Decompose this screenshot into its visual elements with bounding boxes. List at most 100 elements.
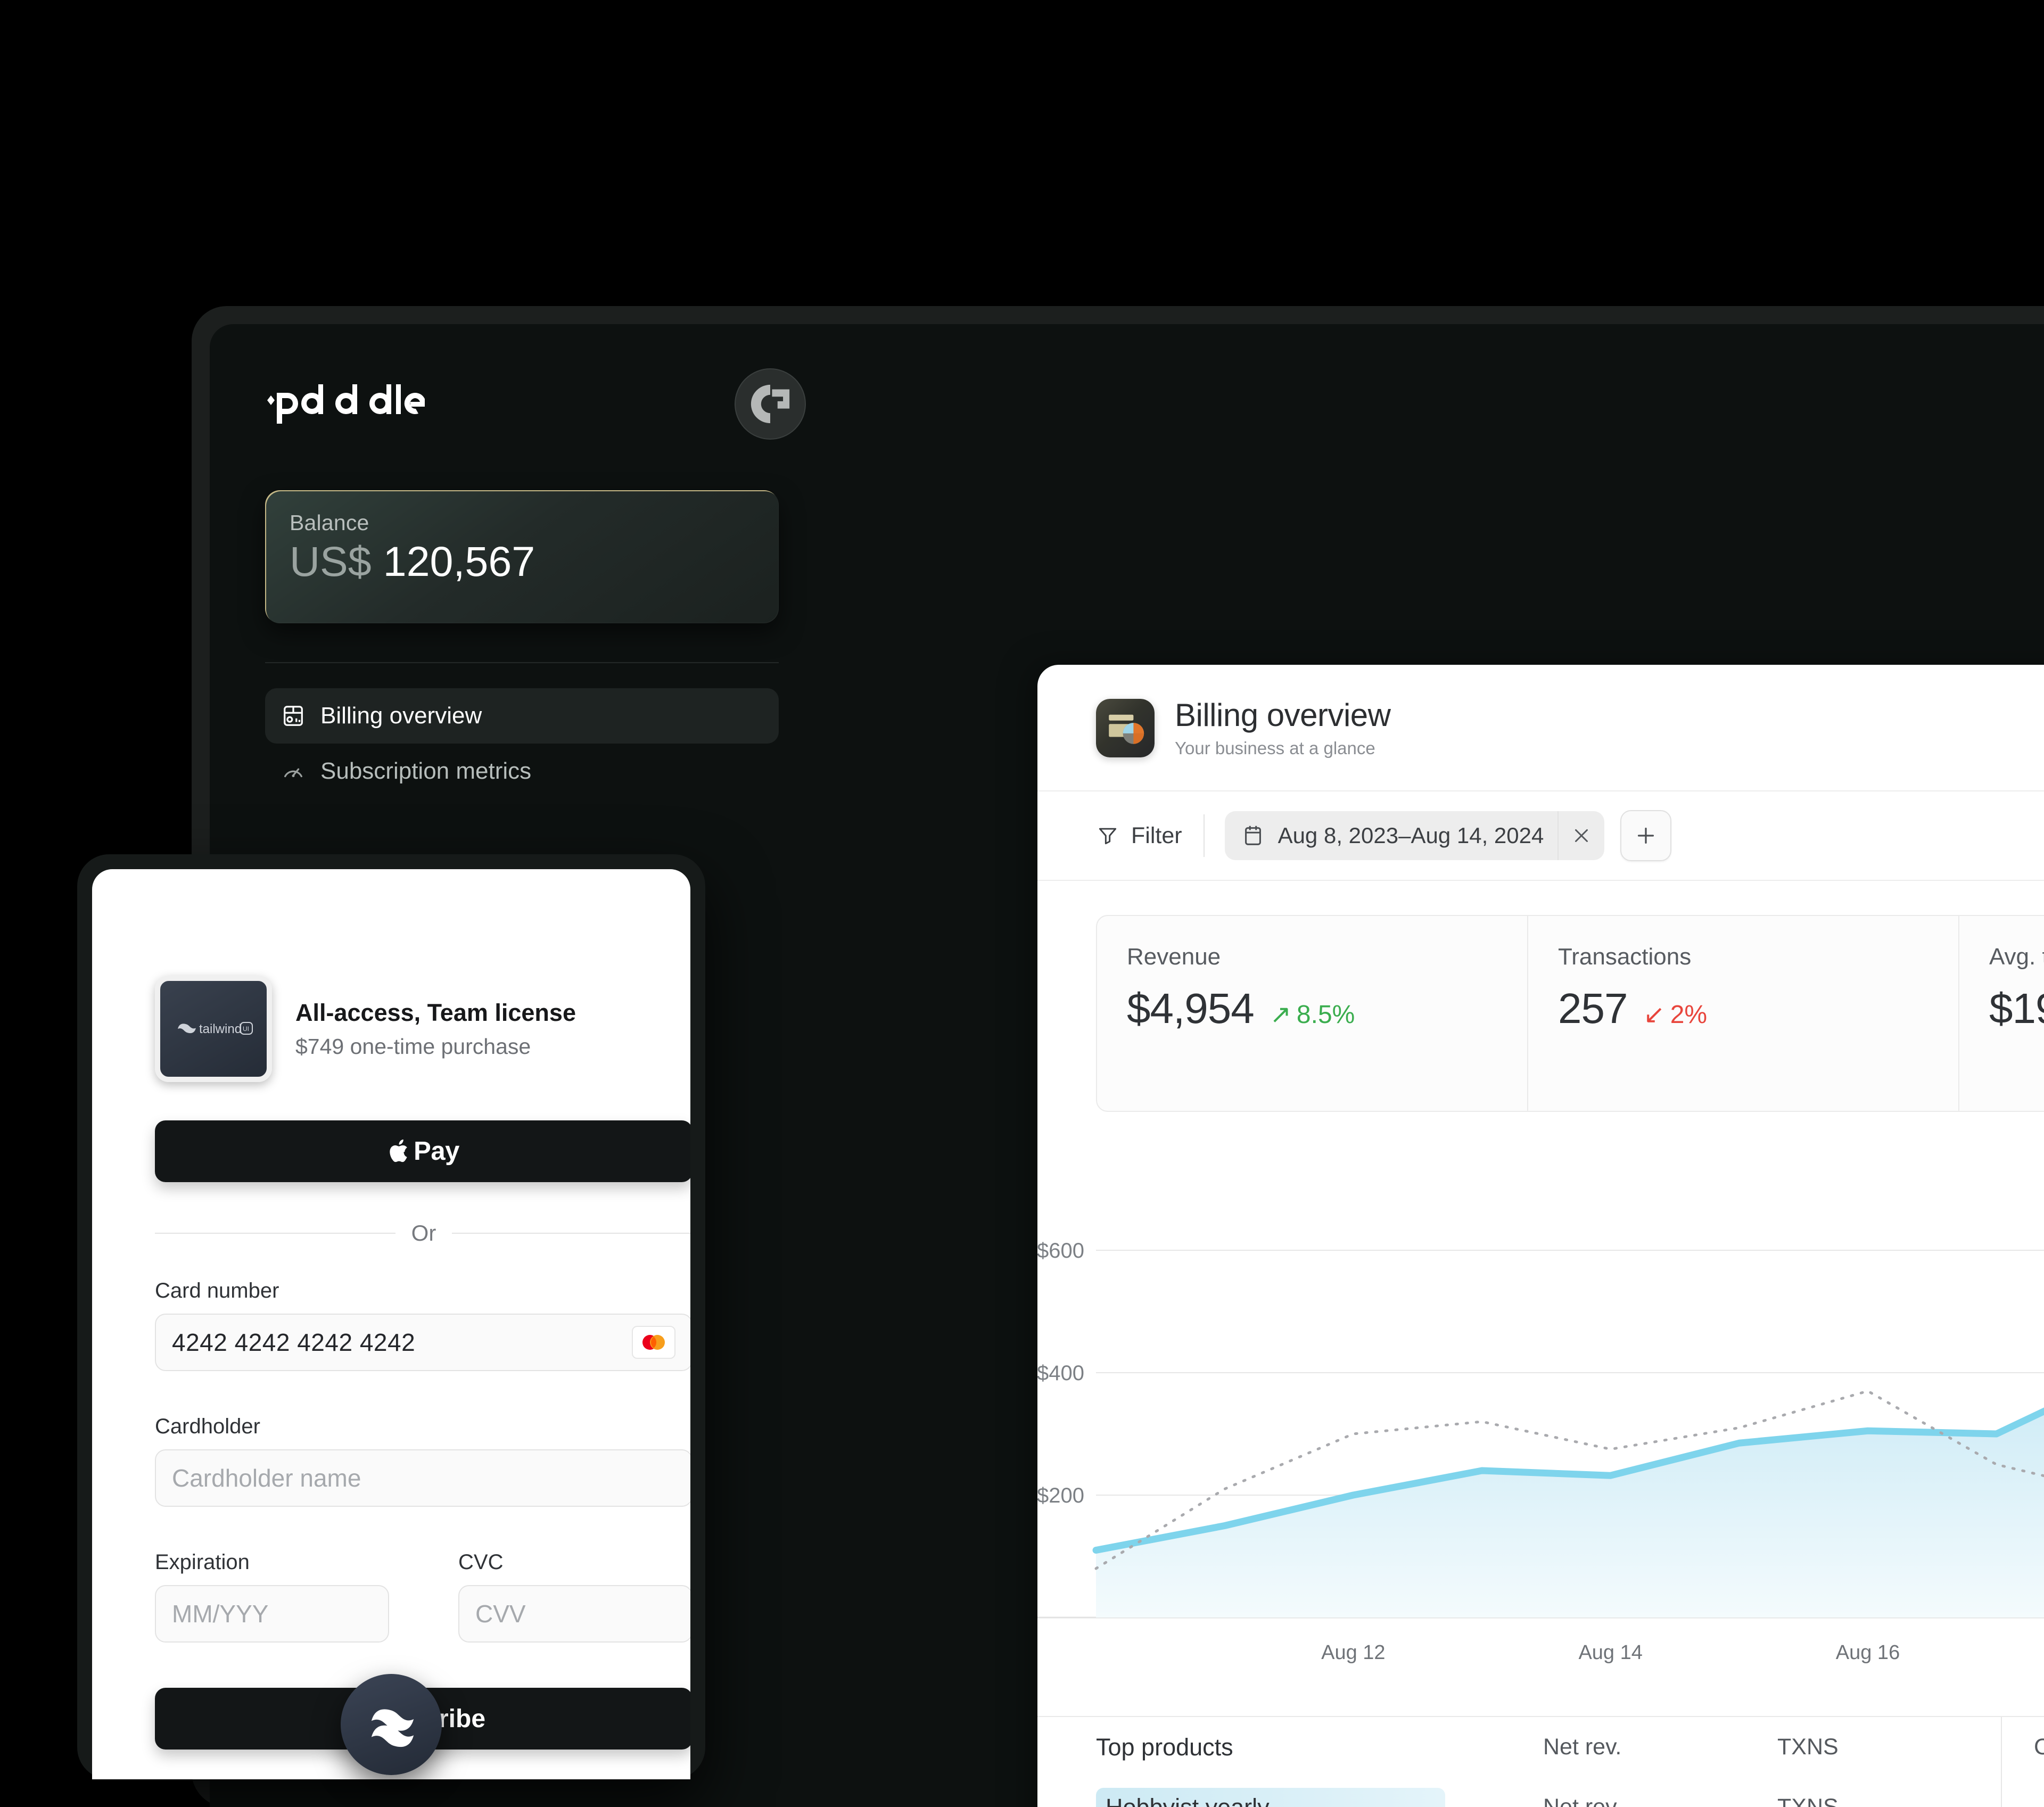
svg-text:Aug 12: Aug 12 [1321,1641,1385,1664]
product-title: All-access, Team license [295,999,576,1027]
svg-text:tailwind: tailwind [199,1022,242,1036]
mastercard-glyph-icon [638,1332,669,1352]
dashboard-titles: Billing overview Your business at a glan… [1175,698,1391,758]
card-number-value: 4242 4242 4242 4242 [172,1328,415,1357]
sidebar-header [265,372,806,436]
product-price: $749 one-time purchase [295,1034,576,1059]
cvc-placeholder: CVV [475,1599,526,1628]
metric-arrow-icon: ↗ [1270,1000,1291,1029]
plus-icon [1634,823,1658,848]
product-name-pill: Hobbyist yearly [1096,1788,1445,1807]
metric-delta-value: 2% [1670,1000,1707,1029]
balance-currency: US$ [290,538,372,585]
dashboard-panel: Billing overview Your business at a glan… [1037,665,2044,1807]
balance-card: Balance US$ 120,567 [265,490,779,623]
metric-value: 257 [1558,984,1627,1033]
cardholder-input[interactable]: Cardholder name [155,1449,690,1507]
sidebar-item-subscription-metrics[interactable]: Subscription metrics [265,744,779,799]
billing-overview-icon [281,704,306,728]
checkout-window: tailwind UI All-access, Team license $74… [77,854,705,1779]
sidebar-nav: Billing overview Subscription metrics [265,688,779,799]
date-range-chip[interactable]: Aug 8, 2023–Aug 14, 2024 [1225,811,1605,860]
cardholder-placeholder: Cardholder name [172,1464,361,1492]
metric-label: Revenue [1127,944,1497,970]
tailwind-ui-logo-icon: tailwind UI [174,1018,253,1039]
avatar-monogram-icon [747,381,793,427]
sidebar-divider [265,662,779,663]
metric-cards: Revenue $4,954 ↗8.5% Transactions 257 ↙2… [1096,915,2044,1112]
product-name-cell: Hobbyist yearly [1096,1788,1543,1807]
sidebar-item-label: Subscription metrics [320,758,531,785]
divider-line-right [452,1233,690,1234]
cvc-field: CVC CVV [458,1550,690,1643]
add-filter-button[interactable] [1620,810,1671,861]
divider-line-left [155,1233,395,1234]
apple-pay-text: Pay [414,1136,459,1166]
svg-text:Aug 16: Aug 16 [1836,1641,1900,1664]
filter-button[interactable]: Filter [1096,823,1204,849]
paddle-logo-icon [265,384,425,424]
cvc-label: CVC [458,1550,690,1574]
metric-row: $4,954 ↗8.5% [1127,984,1497,1033]
mastercard-icon [632,1326,675,1359]
filter-separator [1204,814,1205,857]
metric-card-transactions: Transactions 257 ↙2% [1527,915,1958,1112]
svg-text:$400: $400 [1037,1362,1084,1385]
billing-app-icon [1096,699,1155,757]
count-cell [2001,1777,2034,1807]
apple-pay-label: Pay [388,1136,459,1166]
metric-card-avg-transaction: Avg. transaction $19.27 ↗12.3% [1958,915,2044,1112]
metric-row: $19.27 ↗12.3% [1989,984,2044,1033]
card-number-label: Card number [155,1279,690,1303]
top-products-table: Top products Net rev. TXNS Coun Hobbyist… [1037,1716,2044,1807]
cardholder-label: Cardholder [155,1415,690,1439]
cardholder-field: Cardholder Cardholder name [155,1415,690,1507]
svg-text:Aug 14: Aug 14 [1578,1641,1642,1664]
or-label: Or [411,1220,436,1246]
balance-label: Balance [290,510,754,535]
avatar[interactable] [735,368,806,440]
net-rev-cell: Net rev. [1543,1794,1777,1807]
metric-value: $4,954 [1127,984,1254,1033]
metric-arrow-icon: ↙ [1643,1000,1664,1029]
dashboard-header: Billing overview Your business at a glan… [1037,665,2044,791]
svg-text:UI: UI [243,1025,249,1033]
metric-delta: ↙2% [1643,1000,1707,1029]
column-header-net-rev: Net rev. [1543,1734,1777,1760]
screenshot-stage: Balance US$ 120,567 Billing overview [0,0,2044,1779]
expiration-field: Expiration MM/YYY [155,1550,389,1643]
txns-cell: TXNS [1777,1794,2001,1807]
dashboard-header-row: Billing overview Your business at a glan… [1096,698,1391,758]
expiration-input[interactable]: MM/YYY [155,1585,389,1643]
column-header-top-products: Top products [1096,1734,1543,1761]
column-header-txns: TXNS [1777,1734,2001,1760]
svg-text:$600: $600 [1037,1239,1084,1263]
clear-date-range-button[interactable] [1557,811,1604,860]
close-icon [1570,824,1593,847]
metric-value: $19.27 [1989,984,2044,1033]
expiration-label: Expiration [155,1550,389,1574]
product-thumbnail: tailwind UI [155,976,272,1082]
tailwind-badge [341,1674,442,1775]
metric-label: Avg. transaction [1989,944,2044,970]
or-divider: Or [155,1220,690,1246]
checkout-card: tailwind UI All-access, Team license $74… [92,869,690,1779]
table-header-row: Top products Net rev. TXNS Coun [1037,1717,2044,1777]
column-header-count: Coun [2001,1717,2044,1777]
metric-label: Transactions [1558,944,1928,970]
revenue-chart: $200 $400 $600 Aug 12 Aug 14 Aug 16 [1037,1160,2044,1721]
metric-delta-value: 8.5% [1297,1000,1355,1029]
cvc-input[interactable]: CVV [458,1585,690,1643]
table-row[interactable]: Hobbyist yearly Net rev. TXNS [1037,1777,2044,1807]
calendar-icon [1241,823,1265,848]
funnel-icon [1096,824,1119,847]
apple-pay-button[interactable]: Pay [155,1120,690,1182]
apple-icon [388,1138,411,1165]
svg-text:$200: $200 [1037,1484,1084,1507]
sidebar-item-billing-overview[interactable]: Billing overview [265,688,779,744]
card-number-input[interactable]: 4242 4242 4242 4242 [155,1314,690,1371]
date-range-main[interactable]: Aug 8, 2023–Aug 14, 2024 [1225,811,1558,860]
metric-delta: ↗8.5% [1270,1000,1355,1029]
card-number-field: Card number 4242 4242 4242 4242 [155,1279,690,1371]
balance-amount: US$ 120,567 [290,539,754,585]
